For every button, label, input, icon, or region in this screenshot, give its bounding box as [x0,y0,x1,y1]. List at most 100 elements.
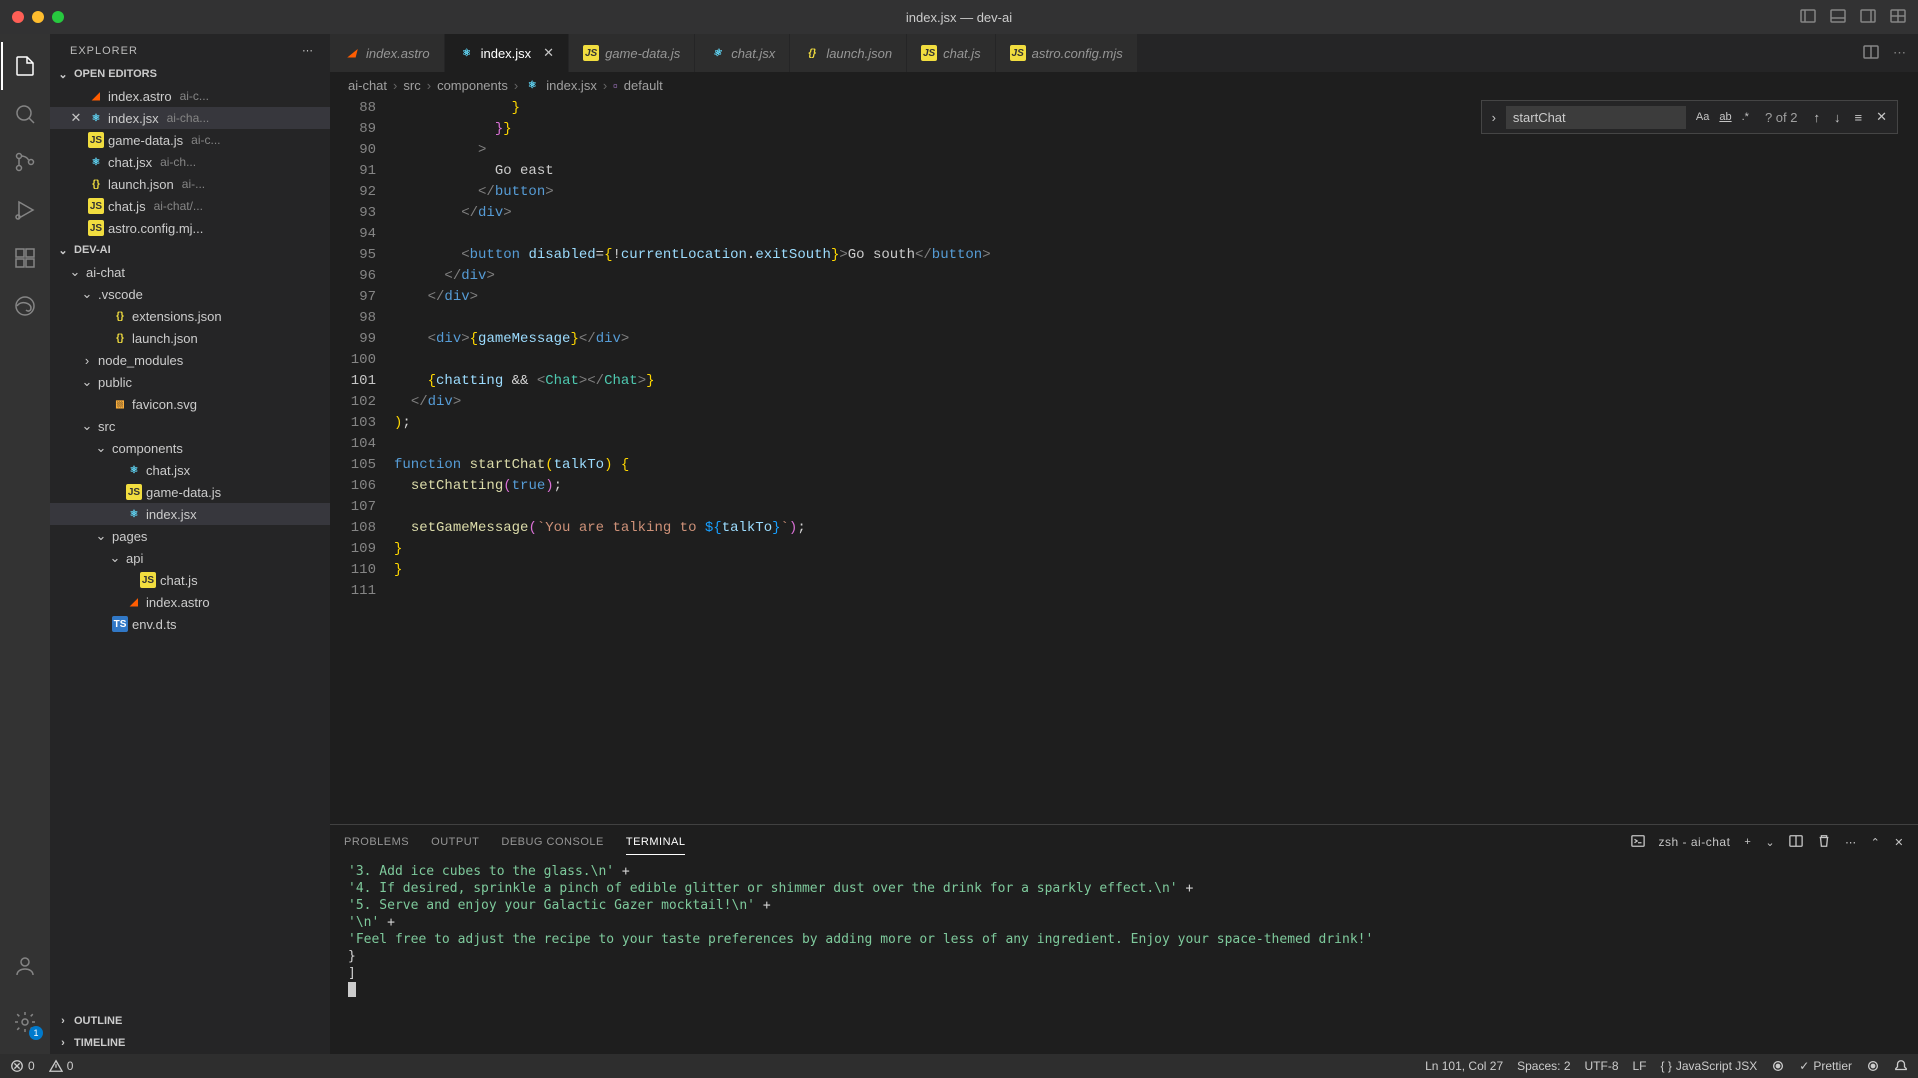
folder-components[interactable]: ⌄components [50,437,330,459]
open-editor-item[interactable]: {}launch.jsonai-... [50,173,330,195]
account-icon[interactable] [1,942,49,990]
open-editor-item[interactable]: JSgame-data.jsai-c... [50,129,330,151]
errors-count[interactable]: 0 [10,1059,35,1073]
timeline-header[interactable]: › TIMELINE [50,1032,330,1054]
file-index.jsx[interactable]: ⚛index.jsx [50,503,330,525]
language-mode[interactable]: { } JavaScript JSX [1661,1059,1758,1073]
js-icon: JS [88,198,104,214]
maximize-panel-icon[interactable]: ⌃ [1871,836,1881,849]
tab-launch.json[interactable]: {}launch.json [790,34,907,72]
file-game-data.js[interactable]: JSgame-data.js [50,481,330,503]
tab-chat.jsx[interactable]: ⚛chat.jsx [695,34,790,72]
encoding[interactable]: UTF-8 [1585,1059,1619,1073]
warnings-count[interactable]: 0 [49,1059,74,1073]
next-match-icon[interactable]: ↓ [1830,110,1845,125]
file-chat.jsx[interactable]: ⚛chat.jsx [50,459,330,481]
editor-area: ◢index.astro⚛index.jsx✕JSgame-data.js⚛ch… [330,34,1918,1054]
kill-terminal-icon[interactable] [1817,834,1831,851]
layout-bottom-icon[interactable] [1830,8,1846,27]
folder-node_modules[interactable]: ›node_modules [50,349,330,371]
panel-tab-problems[interactable]: PROBLEMS [344,830,409,855]
close-icon[interactable]: ✕ [68,110,84,126]
run-debug-icon[interactable] [1,186,49,234]
source-control-icon[interactable] [1,138,49,186]
code-content[interactable]: } }} > Go east </button> </div> <button … [394,98,1908,824]
react-icon: ⚛ [126,462,142,478]
feedback-icon[interactable] [1866,1059,1880,1073]
close-icon[interactable]: ✕ [543,45,554,61]
open-editor-item[interactable]: ⚛chat.jsxai-ch... [50,151,330,173]
indentation[interactable]: Spaces: 2 [1517,1059,1570,1073]
more-icon[interactable]: ⋯ [302,44,314,57]
folder-src[interactable]: ⌄src [50,415,330,437]
file-env.d.ts[interactable]: TSenv.d.ts [50,613,330,635]
new-terminal-icon[interactable]: + [1744,836,1751,848]
edge-icon[interactable] [1,282,49,330]
prev-match-icon[interactable]: ↑ [1810,110,1825,125]
open-editor-item[interactable]: ✕⚛index.jsxai-cha... [50,107,330,129]
react-icon: ⚛ [88,110,104,126]
tab-index.jsx[interactable]: ⚛index.jsx✕ [445,34,569,72]
extensions-icon[interactable] [1,234,49,282]
tab-astro.config.mjs[interactable]: JSastro.config.mjs [996,34,1138,72]
chevron-down-icon: ⌄ [56,243,70,257]
explorer-icon[interactable] [1,42,49,90]
outline-header[interactable]: › OUTLINE [50,1010,330,1032]
open-editor-item[interactable]: ◢index.astroai-c... [50,85,330,107]
close-panel-icon[interactable]: ✕ [1894,836,1904,849]
cursor-position[interactable]: Ln 101, Col 27 [1425,1059,1503,1073]
terminal-dropdown-icon[interactable]: ⌄ [1765,836,1775,849]
panel-tab-debug-console[interactable]: DEBUG CONSOLE [501,830,603,855]
panel-tab-terminal[interactable]: TERMINAL [626,830,686,855]
tab-game-data.js[interactable]: JSgame-data.js [569,34,695,72]
panel-tab-output[interactable]: OUTPUT [431,830,479,855]
breadcrumb[interactable]: ai-chat› src› components› ⚛ index.jsx› ▫… [330,72,1918,98]
ports-icon[interactable] [1771,1059,1785,1073]
chevron-icon: ⌄ [80,287,94,301]
layout-grid-icon[interactable] [1890,8,1906,27]
file-extensions.json[interactable]: {}extensions.json [50,305,330,327]
minimize-window[interactable] [32,11,44,23]
settings-icon[interactable]: 1 [1,998,49,1046]
match-word-icon[interactable]: ab [1715,109,1735,125]
find-input[interactable] [1506,106,1686,129]
notifications-icon[interactable] [1894,1059,1908,1073]
close-window[interactable] [12,11,24,23]
open-editors-header[interactable]: ⌄ OPEN EDITORS [50,63,330,85]
match-case-icon[interactable]: Aa [1692,109,1713,125]
more-icon[interactable]: ⋯ [1845,836,1857,849]
folder-api[interactable]: ⌄api [50,547,330,569]
open-editor-item[interactable]: JSastro.config.mj... [50,217,330,239]
folder-pages[interactable]: ⌄pages [50,525,330,547]
eol[interactable]: LF [1633,1059,1647,1073]
project-header[interactable]: ⌄ DEV-AI [50,239,330,261]
chevron-right-icon[interactable]: › [1488,110,1500,125]
split-terminal-icon[interactable] [1789,834,1803,851]
minimap[interactable] [1908,98,1918,824]
terminal-name[interactable]: zsh - ai-chat [1659,835,1731,849]
folder-ai-chat[interactable]: ⌄ai-chat [50,261,330,283]
terminal-launch-icon[interactable] [1631,834,1645,851]
folder-.vscode[interactable]: ⌄.vscode [50,283,330,305]
editor-body[interactable]: › Aa ab .* ? of 2 ↑ ↓ ≡ ✕ 88899091929394… [330,98,1918,824]
open-editor-item[interactable]: JSchat.jsai-chat/... [50,195,330,217]
more-icon[interactable]: ⋯ [1893,45,1906,61]
layout-left-icon[interactable] [1800,8,1816,27]
file-favicon.svg[interactable]: ▧favicon.svg [50,393,330,415]
terminal-output[interactable]: '3. Add ice cubes to the glass.\n' + '4.… [330,859,1918,1054]
folder-public[interactable]: ⌄public [50,371,330,393]
layout-right-icon[interactable] [1860,8,1876,27]
regex-icon[interactable]: .* [1738,109,1753,125]
file-launch.json[interactable]: {}launch.json [50,327,330,349]
file-chat.js[interactable]: JSchat.js [50,569,330,591]
split-editor-icon[interactable] [1863,44,1879,63]
file-index.astro[interactable]: ◢index.astro [50,591,330,613]
maximize-window[interactable] [52,11,64,23]
find-in-selection-icon[interactable]: ≡ [1851,110,1867,125]
tab-chat.js[interactable]: JSchat.js [907,34,996,72]
tab-index.astro[interactable]: ◢index.astro [330,34,445,72]
close-icon[interactable]: ✕ [1872,109,1891,125]
search-icon[interactable] [1,90,49,138]
prettier-status[interactable]: ✓ Prettier [1799,1059,1852,1073]
js-icon: JS [88,132,104,148]
